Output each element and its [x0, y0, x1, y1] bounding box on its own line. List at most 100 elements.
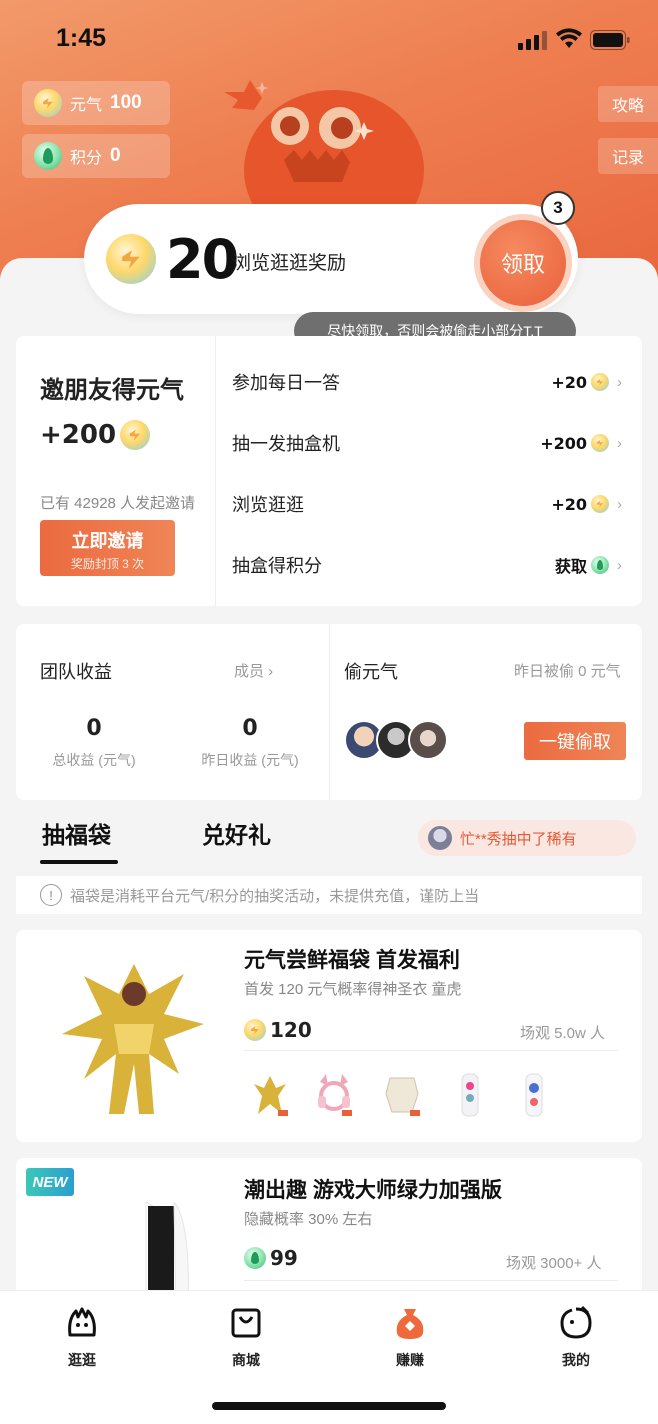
divider	[244, 1050, 618, 1051]
nav-explore[interactable]: 逛逛	[42, 1305, 122, 1370]
task-row[interactable]: 浏览逛逛 +20 ›	[232, 484, 622, 524]
task-name: 参加每日一答	[232, 373, 340, 393]
invite-button-sub: 奖励封顶 3 次	[70, 557, 145, 571]
steal-yesterday-text: 昨日被偷 0 元气	[514, 663, 621, 680]
team-title: 团队收益	[40, 662, 112, 682]
winner-text: 忙**秀抽中了稀有	[460, 830, 577, 848]
records-button[interactable]: 记录	[598, 138, 658, 174]
nav-label: 逛逛	[68, 1352, 96, 1368]
reward-description: 浏览逛逛奖励	[232, 253, 347, 274]
product-subtitle: 隐藏概率 30% 左右	[244, 1211, 373, 1228]
prize-thumbnail	[254, 1076, 288, 1116]
battery-icon	[590, 30, 630, 50]
status-bar: 1:45	[0, 22, 658, 58]
members-link[interactable]: 成员 ›	[234, 660, 273, 681]
product-watchers: 场观 3000+ 人	[506, 1255, 602, 1272]
divider	[329, 624, 330, 800]
team-yesterday-value: 0	[242, 716, 258, 741]
points-balance[interactable]: 积分 0	[22, 134, 170, 178]
team-total-value: 0	[86, 716, 102, 741]
invite-title: 邀朋友得元气	[40, 377, 184, 404]
status-time: 1:45	[56, 24, 107, 52]
yuanqi-balance[interactable]: 元气 100	[22, 81, 170, 125]
nav-label: 赚赚	[396, 1352, 424, 1368]
new-tag: NEW	[26, 1168, 74, 1196]
tab-lucky-bag[interactable]: 抽福袋	[42, 816, 111, 850]
steal-all-button[interactable]: 一键偷取	[524, 722, 626, 760]
prize-thumbnail	[385, 1077, 420, 1116]
task-row[interactable]: 抽一发抽盒机 +200 ›	[232, 423, 622, 463]
coin-icon	[120, 420, 151, 450]
product-price: 99	[244, 1246, 298, 1270]
shop-bag-icon	[231, 1308, 261, 1338]
chevron-right-icon: ›	[617, 373, 622, 391]
nav-shop[interactable]: 商城	[206, 1305, 286, 1370]
task-value: 获取	[554, 557, 587, 576]
task-value: +20	[551, 372, 587, 392]
info-icon: !	[40, 884, 62, 906]
avatar	[428, 826, 452, 850]
signal-icon	[518, 31, 547, 50]
product-price-value: 99	[270, 1246, 298, 1270]
nav-earn[interactable]: 赚赚	[370, 1305, 450, 1370]
wifi-icon	[556, 28, 582, 48]
task-name: 浏览逛逛	[232, 495, 304, 515]
home-indicator	[212, 1402, 446, 1410]
task-name: 抽一发抽盒机	[232, 434, 340, 454]
coin-icon	[34, 89, 62, 117]
chevron-right-icon: ›	[617, 495, 622, 513]
task-row[interactable]: 参加每日一答 +20 ›	[232, 362, 622, 402]
product-watchers: 场观 5.0w 人	[520, 1025, 606, 1042]
claim-button[interactable]: 领取	[474, 214, 572, 312]
points-label: 积分	[70, 150, 103, 167]
coin-icon	[106, 234, 156, 284]
reward-amount: 20	[166, 228, 239, 291]
claim-count-badge: 3	[541, 191, 575, 225]
divider	[215, 336, 216, 606]
task-value: +20	[551, 494, 587, 514]
task-value: +200	[540, 433, 587, 453]
product-image	[62, 964, 204, 1114]
coin-icon	[591, 373, 609, 391]
chevron-right-icon: ›	[617, 556, 622, 574]
product-price: 120	[244, 1018, 312, 1042]
invite-bonus-value: +200	[40, 420, 117, 450]
prize-thumbnail	[525, 1073, 543, 1117]
invite-button-label: 立即邀请	[71, 531, 144, 551]
product-price-value: 120	[270, 1018, 312, 1042]
task-row[interactable]: 抽盒得积分 获取 ›	[232, 545, 622, 585]
chevron-right-icon: ›	[617, 434, 622, 452]
points-value: 0	[110, 145, 121, 166]
task-name: 抽盒得积分	[232, 556, 322, 576]
coin-icon	[591, 434, 609, 452]
gem-icon	[244, 1247, 266, 1269]
product-subtitle: 首发 120 元气概率得神圣衣 童虎	[244, 981, 462, 998]
team-yesterday-label: 昨日收益 (元气)	[201, 752, 299, 768]
yuanqi-label: 元气	[70, 97, 103, 114]
coin-icon	[591, 495, 609, 513]
nav-label: 商城	[232, 1352, 260, 1368]
avatar[interactable]	[408, 720, 448, 760]
tab-redeem[interactable]: 兑好礼	[202, 816, 271, 850]
nav-label: 我的	[562, 1352, 590, 1368]
yuanqi-value: 100	[110, 92, 142, 113]
prize-thumbnail	[318, 1074, 352, 1116]
product-title: 元气尝鲜福袋 首发福利	[244, 949, 460, 972]
winner-ticker: 忙**秀抽中了稀有	[418, 820, 636, 856]
gem-icon	[34, 142, 62, 170]
guide-button[interactable]: 攻略	[598, 86, 658, 122]
coin-icon	[244, 1019, 266, 1041]
gem-icon	[591, 556, 609, 574]
divider	[244, 1280, 618, 1281]
notice-bar: ! 福袋是消耗平台元气/积分的抽奖活动，未提供充值，谨防上当	[16, 876, 642, 914]
team-card	[16, 624, 642, 800]
explore-icon	[68, 1307, 96, 1337]
nav-profile[interactable]: 我的	[536, 1305, 616, 1370]
earn-bag-icon	[396, 1309, 424, 1339]
invite-bonus: +200	[40, 420, 151, 450]
product-title: 潮出趣 游戏大师绿力加强版	[244, 1179, 502, 1202]
notice-text: 福袋是消耗平台元气/积分的抽奖活动，未提供充值，谨防上当	[70, 887, 480, 905]
invite-button[interactable]: 立即邀请 奖励封顶 3 次	[40, 520, 175, 576]
prize-thumbnail	[461, 1073, 479, 1117]
team-total-label: 总收益 (元气)	[52, 752, 136, 768]
